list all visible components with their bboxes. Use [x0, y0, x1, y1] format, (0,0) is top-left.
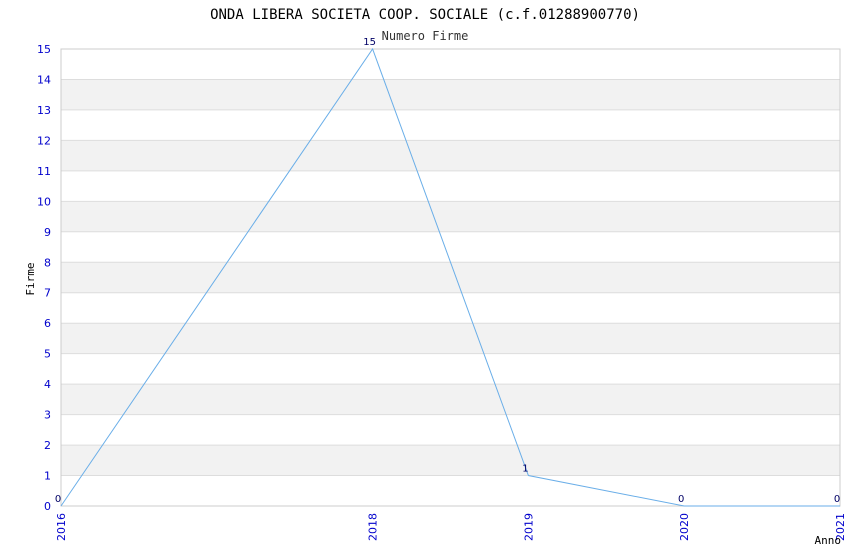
grid-band	[61, 262, 840, 293]
data-label: 1	[522, 464, 528, 475]
x-tick-label: 2020	[678, 513, 691, 541]
plot-bands	[61, 79, 840, 476]
chart: 0123456789101112131415 2016 2018 2019 2020 2…	[24, 7, 847, 547]
x-tick-label: 2016	[55, 513, 68, 541]
y-tick-label: 9	[44, 226, 51, 239]
data-label: 0	[55, 494, 61, 505]
y-tick-label: 3	[44, 409, 51, 422]
y-tick-label: 4	[44, 378, 51, 391]
y-tick-label: 5	[44, 348, 51, 361]
y-tick-label: 2	[44, 439, 51, 452]
grid-band	[61, 140, 840, 171]
grid-band	[61, 323, 840, 354]
y-axis-label: Firme	[24, 262, 37, 295]
x-axis-label: Anno	[815, 534, 842, 547]
y-tick-label: 14	[37, 73, 51, 86]
y-axis-ticks: 0123456789101112131415	[37, 43, 51, 513]
grid-band	[61, 201, 840, 232]
y-tick-label: 12	[37, 134, 51, 147]
y-tick-label: 7	[44, 287, 51, 300]
x-axis-ticks: 2016 2018 2019 2020 2021	[55, 513, 847, 541]
grid-band	[61, 384, 840, 415]
y-tick-label: 1	[44, 470, 51, 483]
data-label: 0	[678, 494, 684, 505]
y-tick-label: 10	[37, 195, 51, 208]
data-label: 0	[834, 494, 840, 505]
y-tick-label: 15	[37, 43, 51, 56]
grid-band	[61, 79, 840, 110]
chart-subtitle: Numero Firme	[382, 29, 469, 43]
x-tick-label: 2019	[522, 513, 535, 541]
grid-band	[61, 445, 840, 476]
data-label: 15	[363, 37, 376, 48]
y-tick-label: 8	[44, 256, 51, 269]
y-tick-label: 6	[44, 317, 51, 330]
chart-title: ONDA LIBERA SOCIETA COOP. SOCIALE (c.f.0…	[210, 7, 640, 23]
y-tick-label: 13	[37, 104, 51, 117]
y-tick-label: 11	[37, 165, 51, 178]
y-tick-label: 0	[44, 500, 51, 513]
x-tick-label: 2018	[367, 513, 380, 541]
